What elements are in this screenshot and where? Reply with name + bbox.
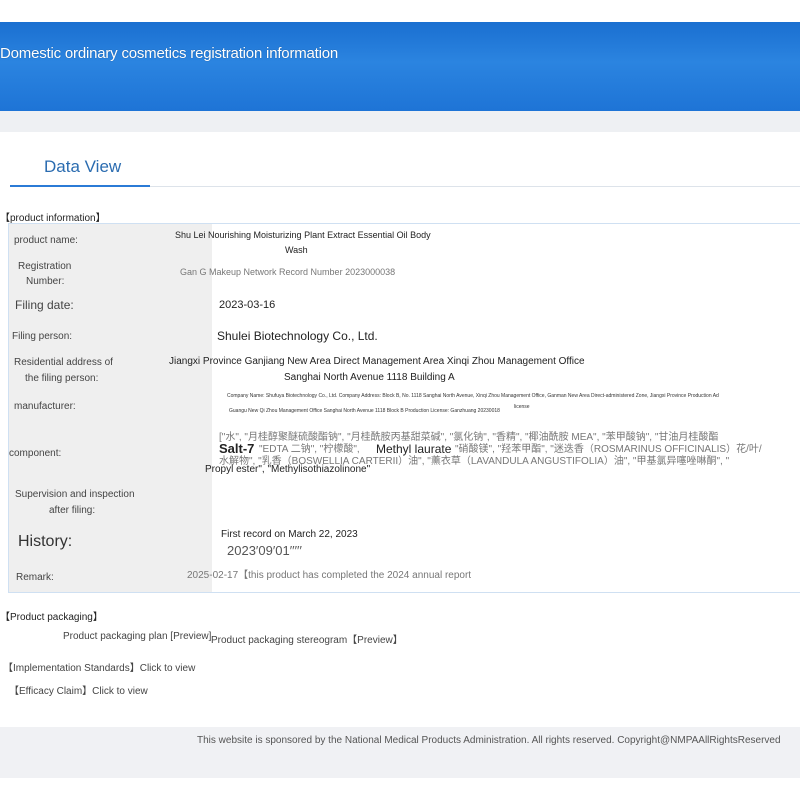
manufacturer-value-2: Guangu New Qi Zhou Management Office San…: [229, 408, 500, 414]
table-row-supervision: Supervision and inspection after filing:: [9, 484, 800, 522]
header-banner: Domestic ordinary cosmetics registration…: [0, 22, 800, 111]
product-name-value-1: Shu Lei Nourishing Moisturizing Plant Ex…: [175, 230, 431, 240]
filing-date-value: 2023-03-16: [219, 299, 276, 311]
table-row-manufacturer: manufacturer: Company Name: Shufuya Biot…: [9, 389, 800, 425]
table-row-residential-address: Residential address of the filing person…: [9, 353, 800, 390]
supervision-label-2: after filing:: [49, 505, 96, 516]
table-row-filing-date: Filing date: 2023-03-16: [9, 289, 800, 322]
product-info-table: product name: Shu Lei Nourishing Moistur…: [8, 223, 800, 593]
component-label: component:: [9, 448, 62, 459]
registration-label-2: Number:: [26, 276, 65, 287]
remark-label: Remark:: [16, 572, 54, 583]
product-info-heading: 【product information】: [0, 213, 106, 224]
manufacturer-value-1: Company Name: Shufuya Biotechnology Co.,…: [227, 393, 719, 399]
packaging-heading: 【Product packaging】: [0, 612, 103, 623]
address-label-2: the filing person:: [25, 373, 99, 384]
history-label: History:: [18, 533, 73, 550]
table-row-registration-number: Registration Number: Gan G Makeup Networ…: [9, 256, 800, 290]
filing-person-label: Filing person:: [12, 331, 73, 342]
tab-active-underline: [10, 185, 150, 187]
filing-date-label: Filing date:: [15, 298, 74, 312]
table-row-history: History: First record on March 22, 2023 …: [9, 521, 800, 563]
manufacturer-value-small: license: [514, 404, 530, 410]
table-row-component: component: ["水", "月桂醇聚醚硫酸酯钠", "月桂酰胺丙基甜菜碱…: [9, 424, 800, 485]
registration-number-value: Gan G Makeup Network Record Number 20230…: [180, 267, 396, 277]
supervision-label-1: Supervision and inspection: [15, 489, 135, 500]
component-line-4: Propyl ester", "Methylisothiazolinone": [205, 464, 371, 475]
address-value-2: Sanghai North Avenue 1118 Building A: [284, 372, 455, 383]
sub-header-bar: [0, 111, 800, 132]
manufacturer-label: manufacturer:: [14, 401, 76, 412]
address-value-1: Jiangxi Province Ganjiang New Area Direc…: [169, 356, 585, 367]
footer-copyright: This website is sponsored by the Nationa…: [197, 735, 781, 746]
footer: This website is sponsored by the Nationa…: [0, 727, 800, 778]
registration-label-1: Registration: [18, 261, 72, 272]
packaging-stereogram-preview-link[interactable]: Product packaging stereogram【Preview】: [211, 631, 403, 646]
page-title: Domestic ordinary cosmetics registration…: [0, 45, 339, 62]
tab-divider: [150, 186, 800, 187]
filing-person-value: Shulei Biotechnology Co., Ltd.: [217, 329, 378, 343]
product-name-label: product name:: [14, 235, 78, 246]
address-label-1: Residential address of: [14, 357, 113, 368]
history-value-1: First record on March 22, 2023: [221, 529, 358, 540]
history-value-2: 2023′09′01′′′′′: [227, 543, 302, 558]
table-row-filing-person: Filing person: Shulei Biotechnology Co.,…: [9, 321, 800, 354]
implementation-standards-link[interactable]: 【Implementation Standards】Click to view: [3, 659, 195, 674]
efficacy-claim-link[interactable]: 【Efficacy Claim】Click to view: [9, 682, 148, 697]
packaging-plan-preview-link[interactable]: Product packaging plan [Preview]: [63, 631, 211, 642]
table-row-product-name: product name: Shu Lei Nourishing Moistur…: [9, 224, 800, 257]
remark-value: 2025-02-17【this product has completed th…: [187, 570, 472, 581]
table-row-remark: Remark: 2025-02-17【this product has comp…: [9, 562, 800, 592]
tab-data-view[interactable]: Data View: [44, 157, 121, 177]
